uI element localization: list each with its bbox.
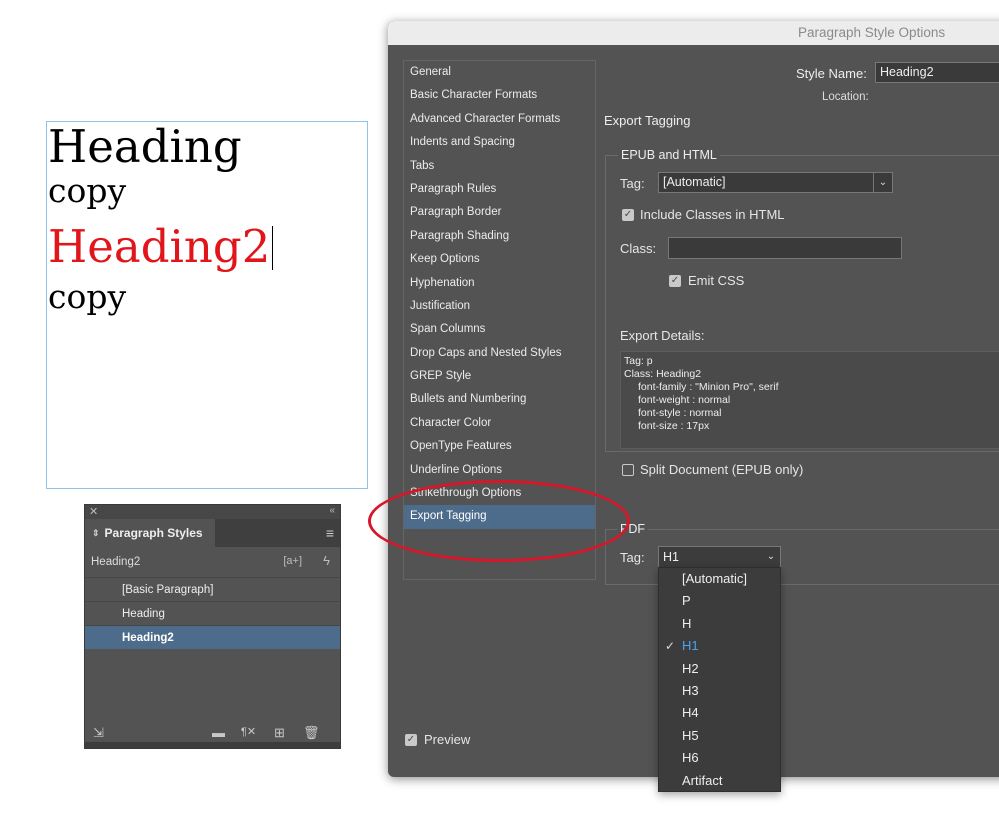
dropdown-option[interactable]: H2 <box>659 658 780 680</box>
include-classes-label: Include Classes in HTML <box>640 207 785 222</box>
style-list-item[interactable]: Heading <box>85 601 340 625</box>
dropdown-option[interactable]: H <box>659 613 780 635</box>
preview-checkbox[interactable]: ✓ <box>405 734 417 746</box>
category-advanced-character-formats[interactable]: Advanced Character Formats <box>404 108 595 131</box>
panel-tab-row: ⇕ Paragraph Styles ≡ <box>85 519 340 547</box>
chevron-down-icon: ⌄ <box>766 551 776 562</box>
heading2-line[interactable]: Heading2 <box>48 224 274 270</box>
dialog-title-bar[interactable]: Paragraph Style Options <box>388 21 999 45</box>
export-detail-line: font-weight : normal <box>638 394 731 406</box>
class-input[interactable] <box>668 237 902 259</box>
category-indents-and-spacing[interactable]: Indents and Spacing <box>404 131 595 154</box>
panel-menu-icon[interactable]: ≡ <box>326 525 334 541</box>
category-keep-options[interactable]: Keep Options <box>404 248 595 271</box>
section-title: Export Tagging <box>604 113 691 128</box>
location-label: Location: <box>822 91 869 103</box>
category-justification[interactable]: Justification <box>404 295 595 318</box>
panel-bottom-bar: ⇲ ▬ ¶✕ ⊞ 🗑 <box>85 712 340 748</box>
category-general[interactable]: General <box>404 61 595 84</box>
split-document-label: Split Document (EPUB only) <box>640 462 804 477</box>
emit-css-label: Emit CSS <box>688 273 745 288</box>
category-underline-options[interactable]: Underline Options <box>404 459 595 482</box>
create-style-from-selection-icon[interactable]: [a+] <box>283 555 302 567</box>
dropdown-option[interactable]: H3 <box>659 680 780 702</box>
pdf-tag-label: Tag: <box>620 550 645 565</box>
style-name-input[interactable]: Heading2 <box>875 62 999 83</box>
preview-label: Preview <box>424 732 471 747</box>
new-style-icon[interactable]: ⊞ <box>274 725 285 741</box>
class-label: Class: <box>620 241 657 256</box>
heading2-text[interactable]: Heading2 <box>48 220 270 273</box>
dropdown-option[interactable]: Artifact <box>659 770 780 792</box>
category-opentype-features[interactable]: OpenType Features <box>404 435 595 458</box>
close-icon[interactable]: ✕ <box>89 505 98 518</box>
expand-arrows-icon: ⇕ <box>92 527 100 538</box>
category-paragraph-border[interactable]: Paragraph Border <box>404 201 595 224</box>
copy-line-1[interactable]: copy <box>48 174 126 207</box>
style-list-item-selected[interactable]: Heading2 <box>85 625 340 649</box>
current-style-row: Heading2 [a+] ϟ <box>85 547 340 577</box>
text-cursor <box>272 226 274 270</box>
export-detail-line: Class: Heading2 <box>624 368 702 380</box>
text-frame[interactable]: Heading copy Heading2 copy <box>46 121 368 489</box>
epub-html-legend: EPUB and HTML <box>618 148 720 162</box>
load-styles-icon[interactable]: ⇲ <box>93 725 104 741</box>
dropdown-option[interactable]: H5 <box>659 725 780 747</box>
epub-tag-select[interactable]: [Automatic] ⌄ <box>658 172 893 193</box>
export-detail-line: font-size : 17px <box>638 420 710 432</box>
export-details-box: Tag: p Class: Heading2 font-family : "Mi… <box>620 351 999 449</box>
trash-icon[interactable]: 🗑 <box>303 725 320 741</box>
pdf-tag-value: H1 <box>663 550 679 564</box>
export-detail-line: font-family : "Minion Pro", serif <box>638 381 779 393</box>
export-details-label: Export Details: <box>620 328 705 343</box>
category-paragraph-rules[interactable]: Paragraph Rules <box>404 178 595 201</box>
category-drop-caps[interactable]: Drop Caps and Nested Styles <box>404 342 595 365</box>
style-list-item[interactable]: [Basic Paragraph] <box>85 577 340 601</box>
highlight-ring <box>368 480 630 562</box>
category-character-color[interactable]: Character Color <box>404 412 595 435</box>
split-document-checkbox[interactable] <box>622 464 634 476</box>
category-tabs[interactable]: Tabs <box>404 155 595 178</box>
chevron-down-icon: ⌄ <box>873 173 892 192</box>
collapse-icon[interactable]: « <box>329 505 335 516</box>
export-detail-line: Tag: p <box>624 355 653 367</box>
category-span-columns[interactable]: Span Columns <box>404 318 595 341</box>
dialog-title: Paragraph Style Options <box>798 25 946 40</box>
category-hyphenation[interactable]: Hyphenation <box>404 272 595 295</box>
include-classes-checkbox[interactable]: ✓ <box>622 209 634 221</box>
tab-paragraph-styles[interactable]: ⇕ Paragraph Styles <box>85 519 215 547</box>
checkmark-icon: ✓ <box>665 639 676 654</box>
dropdown-option-label: H1 <box>682 638 699 654</box>
heading-line[interactable]: Heading <box>48 124 242 169</box>
pdf-tag-dropdown: [Automatic] P H ✓ H1 H2 H3 H4 H5 H6 Artif… <box>658 567 781 792</box>
epub-tag-label: Tag: <box>620 176 645 191</box>
category-basic-character-formats[interactable]: Basic Character Formats <box>404 84 595 107</box>
dropdown-option[interactable]: [Automatic] <box>659 568 780 590</box>
category-bullets-and-numbering[interactable]: Bullets and Numbering <box>404 388 595 411</box>
resize-grip[interactable] <box>85 742 340 748</box>
dropdown-option[interactable]: H4 <box>659 702 780 724</box>
dropdown-option[interactable]: H6 <box>659 747 780 769</box>
category-grep-style[interactable]: GREP Style <box>404 365 595 388</box>
folder-icon[interactable]: ▬ <box>212 725 225 740</box>
export-detail-line: font-style : normal <box>638 407 722 419</box>
current-style-name: Heading2 <box>91 556 141 568</box>
category-paragraph-shading[interactable]: Paragraph Shading <box>404 225 595 248</box>
pdf-tag-select[interactable]: H1 ⌄ <box>658 546 781 568</box>
paragraph-styles-panel: ✕ « ⇕ Paragraph Styles ≡ Heading2 [a+] ϟ… <box>84 504 341 749</box>
panel-top-bar: ✕ « <box>85 505 340 519</box>
epub-tag-value: [Automatic] <box>663 175 726 189</box>
clear-overrides-icon[interactable]: ¶✕ <box>241 725 256 738</box>
copy-line-2[interactable]: copy <box>48 280 126 313</box>
emit-css-checkbox[interactable]: ✓ <box>669 275 681 287</box>
dropdown-option[interactable]: P <box>659 590 780 612</box>
style-name-label: Style Name: <box>796 66 867 81</box>
quick-apply-icon[interactable]: ϟ <box>323 553 330 568</box>
dropdown-option-selected[interactable]: ✓ H1 <box>659 635 780 657</box>
tab-label: Paragraph Styles <box>104 526 203 540</box>
